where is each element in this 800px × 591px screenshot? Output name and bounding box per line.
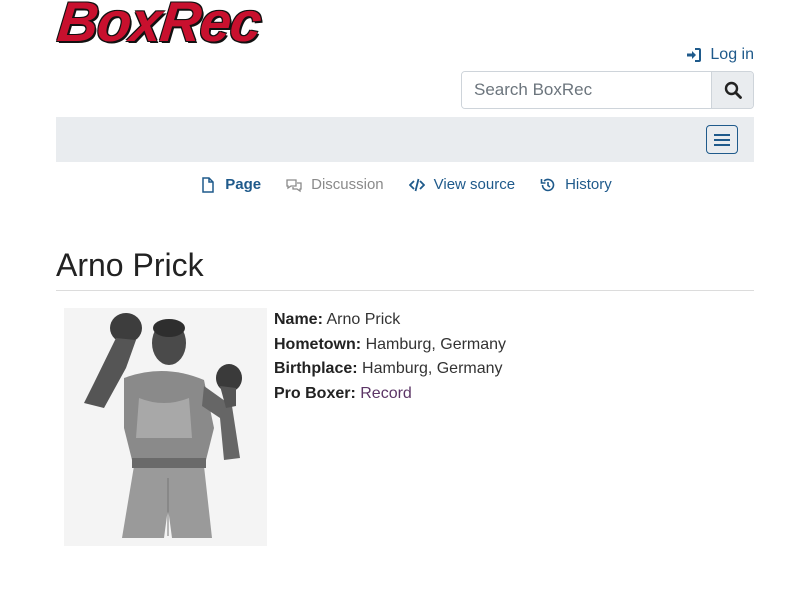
login-link[interactable]: Log in: [686, 46, 754, 64]
file-icon: [202, 176, 214, 193]
sign-in-icon: [687, 48, 702, 62]
hometown-label: Hometown:: [274, 335, 362, 353]
search-form: [461, 71, 754, 109]
boxrec-logo[interactable]: BoxRec: [55, 0, 264, 53]
code-icon: [408, 178, 425, 191]
search-icon: [724, 81, 742, 99]
hamburger-icon: [714, 133, 730, 146]
page-tabs: Page Discussion View source History: [0, 176, 800, 193]
name-label: Name:: [274, 311, 323, 328]
hometown-value: Hamburg, Germany: [365, 335, 507, 353]
record-link[interactable]: Record: [360, 385, 412, 402]
boxer-photo-image: [64, 308, 267, 546]
history-icon: [540, 178, 555, 191]
title-divider: [56, 290, 754, 291]
birthplace-label: Birthplace:: [274, 360, 358, 377]
birthplace-row: Birthplace: Hamburg, Germany: [274, 357, 506, 382]
login-label: Log in: [710, 46, 754, 63]
tab-history-label: History: [565, 176, 612, 193]
page-title: Arno Prick: [56, 247, 204, 283]
navbar: [56, 117, 754, 162]
tab-discussion-label: Discussion: [311, 176, 384, 193]
name-row: Name: Arno Prick: [274, 308, 506, 333]
hometown-row: Hometown: Hamburg, Germany: [274, 333, 506, 358]
pro-boxer-row: Pro Boxer: Record: [274, 382, 506, 407]
name-value: Arno Prick: [326, 311, 401, 328]
comments-icon: [286, 178, 302, 192]
tab-view-source[interactable]: View source: [408, 176, 516, 193]
search-button[interactable]: [711, 72, 753, 108]
tab-page[interactable]: Page: [200, 176, 261, 193]
birthplace-value: Hamburg, Germany: [362, 360, 503, 377]
page: BoxRec Log in Search BoxRec Page Discuss…: [0, 0, 800, 591]
tab-page-label: Page: [225, 176, 262, 193]
tab-view-source-label: View source: [433, 176, 516, 193]
pro-boxer-label: Pro Boxer:: [274, 384, 356, 402]
boxer-photo[interactable]: [64, 308, 267, 546]
boxer-info: Name: Arno Prick Hometown: Hamburg, Germ…: [274, 308, 506, 406]
tab-discussion[interactable]: Discussion: [286, 176, 384, 193]
tab-history[interactable]: History: [540, 176, 612, 193]
menu-toggle-button[interactable]: [706, 125, 738, 154]
search-input[interactable]: [462, 72, 711, 108]
